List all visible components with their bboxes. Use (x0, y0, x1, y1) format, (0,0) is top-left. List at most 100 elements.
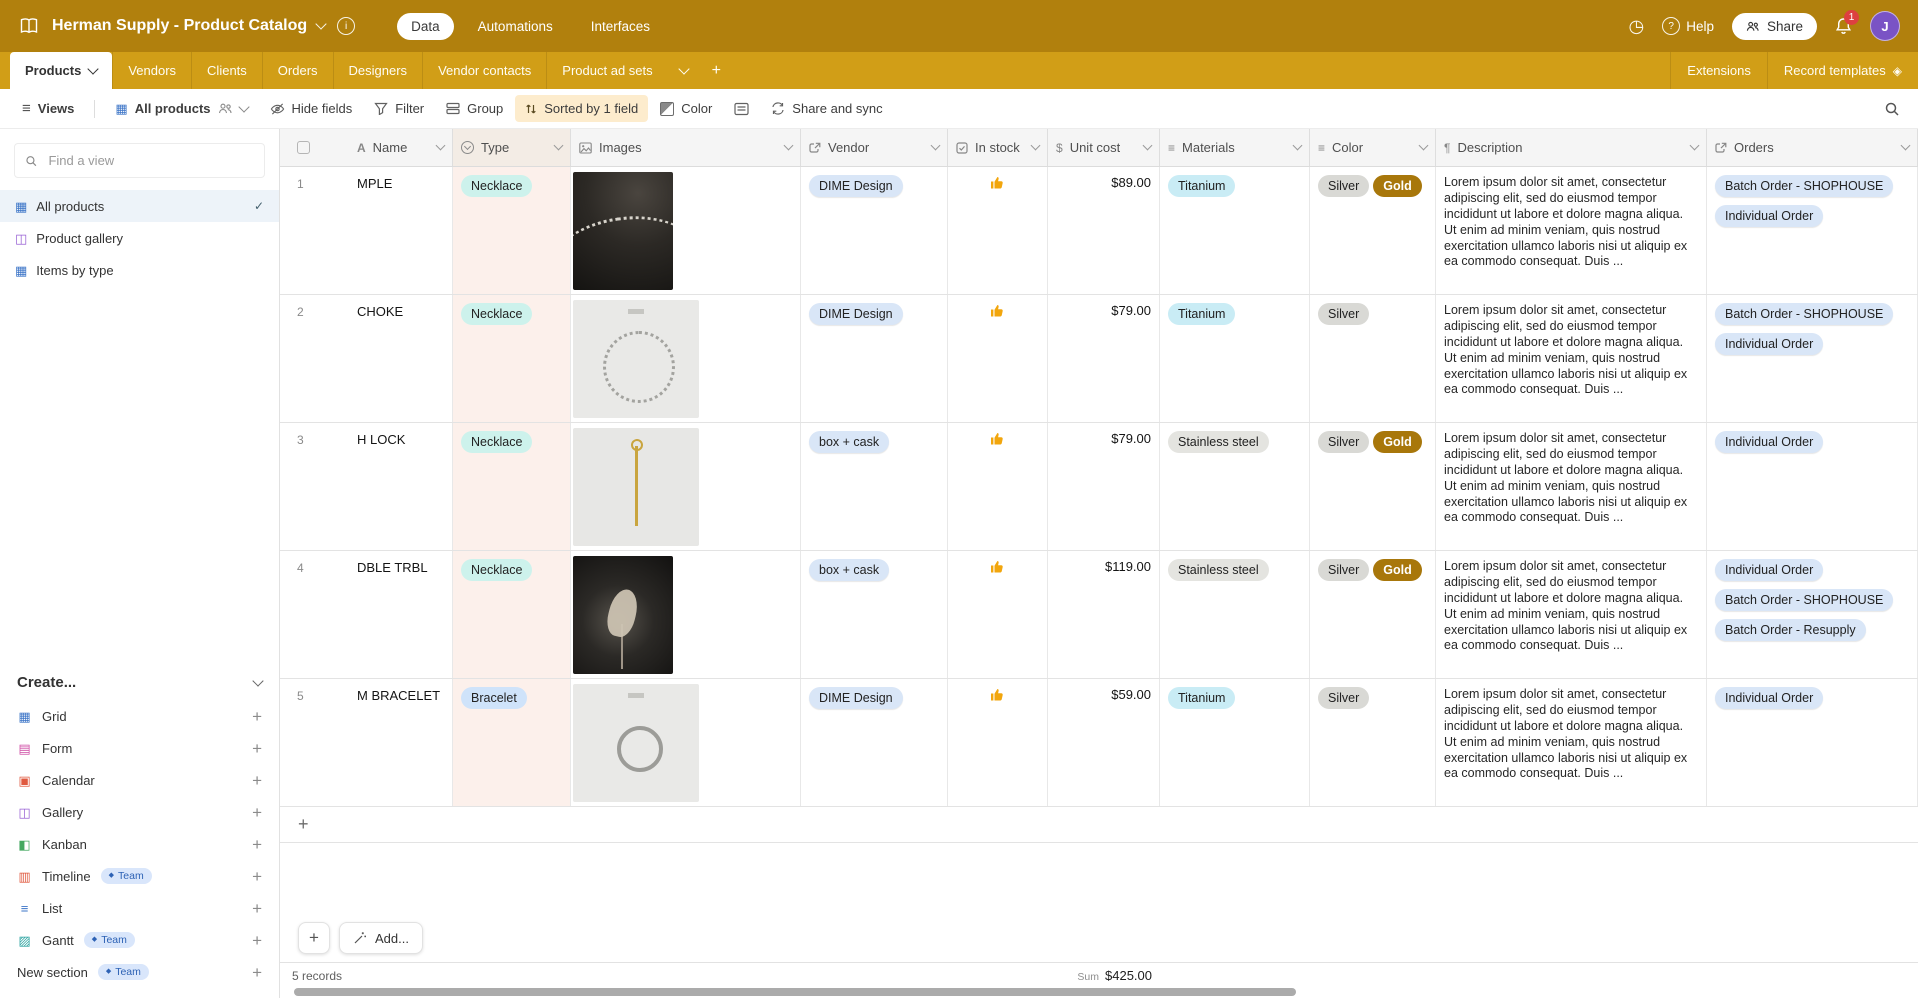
chevron-down-icon[interactable] (1418, 140, 1429, 151)
share-button[interactable]: Share (1731, 12, 1817, 40)
cell-unit-cost[interactable]: $79.00 (1048, 423, 1160, 550)
plus-icon[interactable]: + (252, 900, 262, 917)
cell-in-stock[interactable] (948, 423, 1048, 550)
color-button[interactable]: Color (650, 95, 722, 122)
create-view-list[interactable]: ≡ List + (0, 892, 279, 924)
create-view-gantt[interactable]: ▨ Gantt ◆ Team + (0, 924, 279, 956)
row-height-button[interactable] (724, 96, 759, 122)
plus-icon[interactable]: + (252, 932, 262, 949)
cell-images[interactable] (571, 679, 801, 806)
find-view-input[interactable] (46, 152, 254, 169)
cell-in-stock[interactable] (948, 679, 1048, 806)
cell-images[interactable] (571, 295, 801, 422)
cell-images[interactable] (571, 167, 801, 294)
cell-color[interactable]: Silver (1310, 295, 1436, 422)
group-button[interactable]: Group (436, 95, 513, 122)
column-header-unit-cost[interactable]: $ Unit cost (1048, 129, 1160, 166)
chevron-down-icon[interactable] (1689, 140, 1700, 151)
cell-materials[interactable]: Titanium (1160, 167, 1310, 294)
cell-images[interactable] (571, 551, 801, 678)
sidebar-view-product-gallery[interactable]: ◫ Product gallery (0, 222, 279, 254)
cell-description[interactable]: Lorem ipsum dolor sit amet, consectetur … (1436, 551, 1707, 678)
cell-unit-cost[interactable]: $119.00 (1048, 551, 1160, 678)
history-icon[interactable]: ◷ (1628, 17, 1644, 35)
info-icon[interactable]: i (337, 17, 356, 35)
add-table-button[interactable]: + (700, 52, 733, 89)
sidebar-view-all-products[interactable]: ▦ All products ✓ (0, 190, 279, 222)
base-book-icon[interactable] (18, 17, 40, 35)
column-header-name[interactable]: A Name (280, 129, 453, 166)
cell-color[interactable]: Silver Gold (1310, 551, 1436, 678)
column-summary[interactable]: Sum $425.00 (1048, 968, 1160, 983)
plus-icon[interactable]: + (252, 868, 262, 885)
chevron-down-icon[interactable] (1292, 140, 1303, 151)
cell-description[interactable]: Lorem ipsum dolor sit amet, consectetur … (1436, 423, 1707, 550)
tab-vendors[interactable]: Vendors (112, 52, 191, 89)
create-section-header[interactable]: Create... (0, 665, 279, 700)
topnav-interfaces[interactable]: Interfaces (577, 13, 664, 40)
add-record-button[interactable]: + (298, 922, 330, 954)
cell-orders[interactable]: Batch Order - SHOPHOUSE Individual Order (1707, 167, 1918, 294)
create-view-calendar[interactable]: ▣ Calendar + (0, 764, 279, 796)
avatar[interactable]: J (1870, 11, 1900, 41)
product-image[interactable] (573, 556, 673, 674)
cell-vendor[interactable]: DIME Design (801, 295, 948, 422)
cell-color[interactable]: Silver Gold (1310, 167, 1436, 294)
base-title[interactable]: Herman Supply - Product Catalog (52, 17, 307, 35)
tab-clients[interactable]: Clients (191, 52, 262, 89)
cell-name[interactable]: 1 MPLE (280, 167, 453, 294)
cell-orders[interactable]: Batch Order - SHOPHOUSE Individual Order (1707, 295, 1918, 422)
more-tables-button[interactable] (668, 52, 700, 89)
product-image[interactable] (573, 172, 673, 290)
create-view-new-section[interactable]: New section ◆ Team + (0, 956, 279, 988)
cell-description[interactable]: Lorem ipsum dolor sit amet, consectetur … (1436, 167, 1707, 294)
cell-images[interactable] (571, 423, 801, 550)
plus-icon[interactable]: + (252, 708, 262, 725)
cell-type[interactable]: Necklace (453, 551, 571, 678)
cell-materials[interactable]: Stainless steel (1160, 423, 1310, 550)
cell-vendor[interactable]: DIME Design (801, 167, 948, 294)
chevron-down-icon[interactable] (1900, 140, 1911, 151)
column-header-images[interactable]: Images (571, 129, 801, 166)
extensions-button[interactable]: Extensions (1670, 52, 1767, 89)
product-image[interactable] (573, 300, 699, 418)
record-templates-button[interactable]: Record templates ◈ (1766, 52, 1918, 89)
hide-fields-button[interactable]: Hide fields (260, 95, 363, 122)
plus-icon[interactable]: + (252, 804, 262, 821)
notifications-button[interactable]: 1 (1835, 10, 1859, 35)
chevron-down-icon[interactable] (1142, 140, 1153, 151)
tab-vendor-contacts[interactable]: Vendor contacts (422, 52, 546, 89)
filter-button[interactable]: Filter (364, 95, 434, 122)
cell-vendor[interactable]: box + cask (801, 551, 948, 678)
product-image[interactable] (573, 684, 699, 802)
cell-description[interactable]: Lorem ipsum dolor sit amet, consectetur … (1436, 295, 1707, 422)
select-all-checkbox[interactable] (297, 141, 310, 154)
cell-name[interactable]: 2 CHOKE (280, 295, 453, 422)
create-view-gallery[interactable]: ◫ Gallery + (0, 796, 279, 828)
cell-name[interactable]: 4 DBLE TRBL (280, 551, 453, 678)
search-button[interactable] (1878, 95, 1906, 123)
cell-unit-cost[interactable]: $89.00 (1048, 167, 1160, 294)
cell-in-stock[interactable] (948, 167, 1048, 294)
column-header-type[interactable]: Type (453, 129, 571, 166)
add-with-templates-button[interactable]: Add... (339, 922, 423, 954)
cell-vendor[interactable]: box + cask (801, 423, 948, 550)
tab-product-ad-sets[interactable]: Product ad sets (546, 52, 667, 89)
cell-type[interactable]: Bracelet (453, 679, 571, 806)
cell-orders[interactable]: Individual Order Batch Order - SHOPHOUSE B… (1707, 551, 1918, 678)
column-header-vendor[interactable]: Vendor (801, 129, 948, 166)
product-image[interactable] (573, 428, 699, 546)
topnav-automations[interactable]: Automations (464, 13, 567, 40)
cell-description[interactable]: Lorem ipsum dolor sit amet, consectetur … (1436, 679, 1707, 806)
share-sync-button[interactable]: Share and sync (761, 95, 892, 122)
horizontal-scrollbar[interactable] (294, 988, 1296, 996)
view-switcher[interactable]: ▦ All products (105, 95, 257, 122)
column-header-orders[interactable]: Orders (1707, 129, 1918, 166)
cell-materials[interactable]: Titanium (1160, 679, 1310, 806)
chevron-down-icon[interactable] (930, 140, 941, 151)
create-view-form[interactable]: ▤ Form + (0, 732, 279, 764)
tab-designers[interactable]: Designers (332, 52, 423, 89)
cell-name[interactable]: 3 H LOCK (280, 423, 453, 550)
help-button[interactable]: ? Help (1662, 17, 1714, 35)
cell-materials[interactable]: Stainless steel (1160, 551, 1310, 678)
